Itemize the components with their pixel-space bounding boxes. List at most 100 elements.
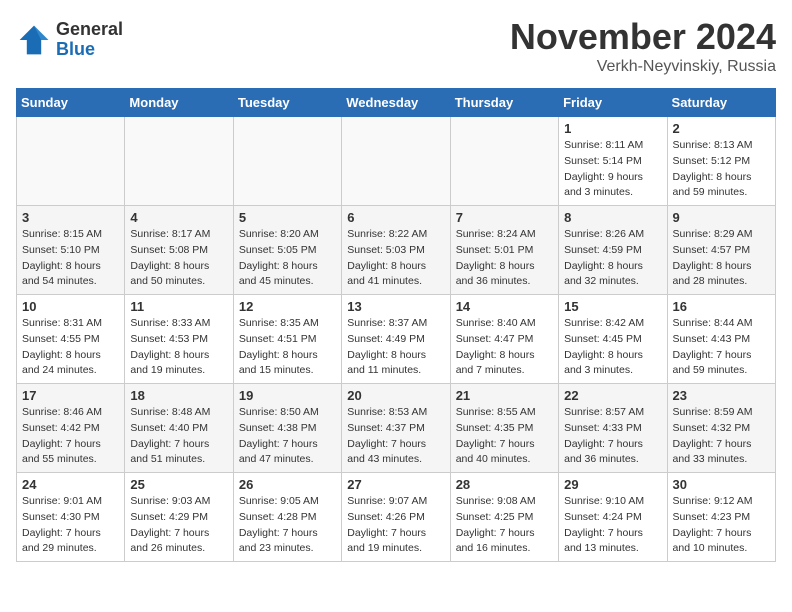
day-detail: Sunrise: 8:40 AMSunset: 4:47 PMDaylight:… — [456, 316, 553, 379]
day-number: 23 — [673, 388, 770, 403]
calendar-cell: 3Sunrise: 8:15 AMSunset: 5:10 PMDaylight… — [17, 206, 125, 295]
day-number: 14 — [456, 299, 553, 314]
day-detail: Sunrise: 8:20 AMSunset: 5:05 PMDaylight:… — [239, 227, 336, 290]
calendar-cell: 2 Sunrise: 8:13 AMSunset: 5:12 PMDaylight… — [667, 117, 775, 206]
calendar-cell — [125, 117, 233, 206]
calendar-cell: 28 Sunrise: 9:08 AMSunset: 4:25 PMDayligh… — [450, 473, 558, 562]
day-detail: Sunrise: 8:53 AMSunset: 4:37 PMDaylight:… — [347, 405, 444, 468]
day-number: 1 — [564, 121, 661, 136]
day-detail: Sunrise: 8:24 AMSunset: 5:01 PMDaylight:… — [456, 227, 553, 290]
calendar-cell: 26 Sunrise: 9:05 AMSunset: 4:28 PMDayligh… — [233, 473, 341, 562]
day-number: 15 — [564, 299, 661, 314]
day-number: 12 — [239, 299, 336, 314]
calendar-cell: 20Sunrise: 8:53 AMSunset: 4:37 PMDayligh… — [342, 384, 450, 473]
day-number: 11 — [130, 299, 227, 314]
calendar-cell: 27 Sunrise: 9:07 AMSunset: 4:26 PMDayligh… — [342, 473, 450, 562]
day-number: 16 — [673, 299, 770, 314]
day-number: 9 — [673, 210, 770, 225]
day-number: 18 — [130, 388, 227, 403]
logo: General Blue — [16, 20, 123, 60]
week-row-5: 24 Sunrise: 9:01 AMSunset: 4:30 PMDayligh… — [17, 473, 776, 562]
calendar-cell: 4 Sunrise: 8:17 AMSunset: 5:08 PMDaylight… — [125, 206, 233, 295]
day-number: 21 — [456, 388, 553, 403]
day-detail: Sunrise: 8:55 AMSunset: 4:35 PMDaylight:… — [456, 405, 553, 468]
calendar-cell: 21 Sunrise: 8:55 AMSunset: 4:35 PMDayligh… — [450, 384, 558, 473]
calendar-cell: 30 Sunrise: 9:12 AMSunset: 4:23 PMDayligh… — [667, 473, 775, 562]
calendar-table: SundayMondayTuesdayWednesdayThursdayFrid… — [16, 88, 776, 562]
calendar-cell: 24 Sunrise: 9:01 AMSunset: 4:30 PMDayligh… — [17, 473, 125, 562]
month-title: November 2024 — [510, 16, 776, 58]
day-detail: Sunrise: 8:50 AMSunset: 4:38 PMDaylight:… — [239, 405, 336, 468]
week-row-2: 3Sunrise: 8:15 AMSunset: 5:10 PMDaylight… — [17, 206, 776, 295]
page-header: General Blue November 2024 Verkh-Neyvins… — [16, 16, 776, 76]
day-number: 5 — [239, 210, 336, 225]
day-number: 19 — [239, 388, 336, 403]
calendar-cell: 5 Sunrise: 8:20 AMSunset: 5:05 PMDaylight… — [233, 206, 341, 295]
calendar-cell — [17, 117, 125, 206]
calendar-cell: 6 Sunrise: 8:22 AMSunset: 5:03 PMDaylight… — [342, 206, 450, 295]
calendar-cell — [450, 117, 558, 206]
title-area: November 2024 Verkh-Neyvinskiy, Russia — [510, 16, 776, 76]
calendar-cell — [233, 117, 341, 206]
calendar-cell: 14 Sunrise: 8:40 AMSunset: 4:47 PMDayligh… — [450, 295, 558, 384]
day-detail: Sunrise: 9:01 AMSunset: 4:30 PMDaylight:… — [22, 494, 119, 557]
day-number: 25 — [130, 477, 227, 492]
day-detail: Sunrise: 8:33 AMSunset: 4:53 PMDaylight:… — [130, 316, 227, 379]
day-detail: Sunrise: 9:08 AMSunset: 4:25 PMDaylight:… — [456, 494, 553, 557]
day-detail: Sunrise: 8:44 AMSunset: 4:43 PMDaylight:… — [673, 316, 770, 379]
day-number: 27 — [347, 477, 444, 492]
header-day-sunday: Sunday — [17, 89, 125, 117]
day-detail: Sunrise: 9:12 AMSunset: 4:23 PMDaylight:… — [673, 494, 770, 557]
week-row-1: 1 Sunrise: 8:11 AMSunset: 5:14 PMDaylight… — [17, 117, 776, 206]
day-detail: Sunrise: 8:37 AMSunset: 4:49 PMDaylight:… — [347, 316, 444, 379]
day-number: 7 — [456, 210, 553, 225]
day-detail: Sunrise: 8:42 AMSunset: 4:45 PMDaylight:… — [564, 316, 661, 379]
day-detail: Sunrise: 9:05 AMSunset: 4:28 PMDaylight:… — [239, 494, 336, 557]
day-detail: Sunrise: 8:13 AMSunset: 5:12 PMDaylight:… — [673, 138, 770, 201]
location-title: Verkh-Neyvinskiy, Russia — [510, 58, 776, 76]
day-number: 10 — [22, 299, 119, 314]
day-detail: Sunrise: 8:26 AMSunset: 4:59 PMDaylight:… — [564, 227, 661, 290]
day-detail: Sunrise: 9:03 AMSunset: 4:29 PMDaylight:… — [130, 494, 227, 557]
calendar-cell: 19 Sunrise: 8:50 AMSunset: 4:38 PMDayligh… — [233, 384, 341, 473]
week-row-3: 10 Sunrise: 8:31 AMSunset: 4:55 PMDayligh… — [17, 295, 776, 384]
day-detail: Sunrise: 8:59 AMSunset: 4:32 PMDaylight:… — [673, 405, 770, 468]
day-number: 24 — [22, 477, 119, 492]
header-day-monday: Monday — [125, 89, 233, 117]
day-number: 4 — [130, 210, 227, 225]
day-detail: Sunrise: 8:29 AMSunset: 4:57 PMDaylight:… — [673, 227, 770, 290]
header-day-tuesday: Tuesday — [233, 89, 341, 117]
calendar-cell: 8 Sunrise: 8:26 AMSunset: 4:59 PMDaylight… — [559, 206, 667, 295]
calendar-cell — [342, 117, 450, 206]
calendar-cell: 23 Sunrise: 8:59 AMSunset: 4:32 PMDayligh… — [667, 384, 775, 473]
day-number: 6 — [347, 210, 444, 225]
calendar-cell: 7 Sunrise: 8:24 AMSunset: 5:01 PMDaylight… — [450, 206, 558, 295]
calendar-cell: 22 Sunrise: 8:57 AMSunset: 4:33 PMDayligh… — [559, 384, 667, 473]
day-number: 22 — [564, 388, 661, 403]
day-number: 2 — [673, 121, 770, 136]
day-detail: Sunrise: 8:48 AMSunset: 4:40 PMDaylight:… — [130, 405, 227, 468]
header-row: SundayMondayTuesdayWednesdayThursdayFrid… — [17, 89, 776, 117]
logo-icon — [16, 22, 52, 58]
header-day-friday: Friday — [559, 89, 667, 117]
day-detail: Sunrise: 8:57 AMSunset: 4:33 PMDaylight:… — [564, 405, 661, 468]
day-detail: Sunrise: 8:11 AMSunset: 5:14 PMDaylight:… — [564, 138, 661, 201]
day-number: 26 — [239, 477, 336, 492]
day-detail: Sunrise: 9:07 AMSunset: 4:26 PMDaylight:… — [347, 494, 444, 557]
calendar-cell: 17Sunrise: 8:46 AMSunset: 4:42 PMDayligh… — [17, 384, 125, 473]
day-detail: Sunrise: 8:17 AMSunset: 5:08 PMDaylight:… — [130, 227, 227, 290]
calendar-cell: 10 Sunrise: 8:31 AMSunset: 4:55 PMDayligh… — [17, 295, 125, 384]
day-detail: Sunrise: 8:22 AMSunset: 5:03 PMDaylight:… — [347, 227, 444, 290]
header-day-saturday: Saturday — [667, 89, 775, 117]
day-number: 30 — [673, 477, 770, 492]
calendar-cell: 12 Sunrise: 8:35 AMSunset: 4:51 PMDayligh… — [233, 295, 341, 384]
day-number: 28 — [456, 477, 553, 492]
header-day-thursday: Thursday — [450, 89, 558, 117]
calendar-cell: 13Sunrise: 8:37 AMSunset: 4:49 PMDayligh… — [342, 295, 450, 384]
calendar-cell: 9 Sunrise: 8:29 AMSunset: 4:57 PMDaylight… — [667, 206, 775, 295]
day-detail: Sunrise: 8:35 AMSunset: 4:51 PMDaylight:… — [239, 316, 336, 379]
day-detail: Sunrise: 8:15 AMSunset: 5:10 PMDaylight:… — [22, 227, 119, 290]
day-detail: Sunrise: 8:31 AMSunset: 4:55 PMDaylight:… — [22, 316, 119, 379]
day-number: 8 — [564, 210, 661, 225]
day-number: 29 — [564, 477, 661, 492]
